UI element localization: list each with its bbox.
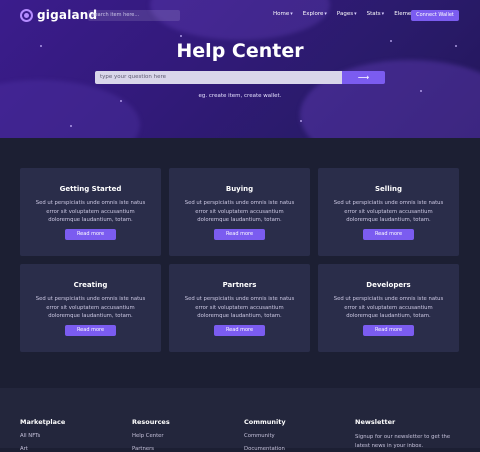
- top-nav: gigaland search item here... Home▾ Explo…: [0, 0, 480, 30]
- chevron-down-icon: ▾: [324, 11, 327, 17]
- help-search-input[interactable]: type your question here: [95, 71, 342, 84]
- card-title: Selling: [375, 185, 402, 193]
- card-description: Sed ut perspiciatis unde omnis iste natu…: [35, 200, 146, 223]
- read-more-button[interactable]: Read more: [214, 229, 265, 240]
- help-card-getting-started: Getting Started Sed ut perspiciatis unde…: [20, 168, 161, 256]
- footer-col-resources: Resources Help Center Partners: [132, 418, 170, 452]
- footer-link[interactable]: Help Center: [132, 433, 170, 439]
- card-title: Partners: [222, 281, 257, 289]
- search-input[interactable]: search item here...: [88, 10, 180, 21]
- footer-heading: Newsletter: [355, 418, 396, 426]
- menu-item-label: Home: [273, 11, 290, 17]
- logo[interactable]: gigaland: [20, 8, 97, 22]
- menu-item-explore[interactable]: Explore▾: [303, 11, 327, 17]
- footer-col-marketplace: Marketplace All NFTs Art: [20, 418, 65, 452]
- help-card-selling: Selling Sed ut perspiciatis unde omnis i…: [318, 168, 459, 256]
- menu-item-stats[interactable]: Stats▾: [367, 11, 385, 17]
- card-title: Developers: [366, 281, 411, 289]
- help-search-button[interactable]: ⟶: [342, 71, 385, 84]
- star-dot: [180, 35, 182, 37]
- read-more-button[interactable]: Read more: [65, 229, 116, 240]
- read-more-button[interactable]: Read more: [65, 325, 116, 336]
- menu-item-label: Stats: [366, 11, 381, 17]
- footer-heading: Community: [244, 418, 286, 426]
- card-description: Sed ut perspiciatis unde omnis iste natu…: [184, 296, 295, 319]
- card-title: Getting Started: [59, 185, 122, 193]
- footer: Marketplace All NFTs Art Resources Help …: [0, 388, 480, 452]
- menu-item-label: Explore: [302, 11, 324, 17]
- menu-item-pages[interactable]: Pages▾: [337, 11, 357, 17]
- arrow-right-icon: ⟶: [357, 73, 370, 82]
- star-dot: [420, 90, 422, 92]
- chevron-down-icon: ▾: [381, 11, 385, 17]
- search-hint: eg. create item, create wallet.: [198, 93, 282, 99]
- hero-glow: [0, 80, 140, 138]
- chevron-down-icon: ▾: [290, 11, 293, 17]
- card-description: Sed ut perspiciatis unde omnis iste natu…: [333, 200, 444, 223]
- read-more-button[interactable]: Read more: [363, 229, 414, 240]
- star-dot: [120, 100, 122, 102]
- help-card-buying: Buying Sed ut perspiciatis unde omnis is…: [169, 168, 310, 256]
- read-more-button[interactable]: Read more: [363, 325, 414, 336]
- read-more-button[interactable]: Read more: [214, 325, 265, 336]
- footer-heading: Marketplace: [20, 418, 66, 426]
- hero-section: gigaland search item here... Home▾ Explo…: [0, 0, 480, 138]
- card-description: Sed ut perspiciatis unde omnis iste natu…: [184, 200, 295, 223]
- connect-wallet-button[interactable]: Connect Wallet: [411, 10, 459, 21]
- help-card-partners: Partners Sed ut perspiciatis unde omnis …: [169, 264, 310, 352]
- footer-heading: Resources: [132, 418, 170, 426]
- main-menu: Home▾ Explore▾ Pages▾ Stats▾ Elements▾: [273, 11, 423, 17]
- menu-item-home[interactable]: Home▾: [273, 11, 293, 17]
- page-title: Help Center: [176, 40, 304, 62]
- card-description: Sed ut perspiciatis unde omnis iste natu…: [35, 296, 146, 319]
- star-dot: [300, 120, 302, 122]
- footer-link[interactable]: Art: [20, 446, 65, 452]
- footer-col-newsletter: Newsletter Signup for our newsletter to …: [355, 418, 455, 450]
- card-title: Creating: [73, 281, 108, 289]
- star-dot: [70, 125, 72, 127]
- card-description: Sed ut perspiciatis unde omnis iste natu…: [333, 296, 444, 319]
- help-card-developers: Developers Sed ut perspiciatis unde omni…: [318, 264, 459, 352]
- help-topics-grid: Getting Started Sed ut perspiciatis unde…: [20, 168, 459, 352]
- chevron-down-icon: ▾: [354, 11, 357, 17]
- logo-icon: [20, 8, 33, 22]
- help-card-creating: Creating Sed ut perspiciatis unde omnis …: [20, 264, 161, 352]
- footer-link[interactable]: All NFTs: [20, 433, 65, 439]
- footer-link[interactable]: Community: [244, 433, 286, 439]
- newsletter-text: Signup for our newsletter to get the lat…: [355, 434, 451, 449]
- card-title: Buying: [225, 185, 254, 193]
- footer-col-community: Community Community Documentation: [244, 418, 286, 452]
- footer-link[interactable]: Partners: [132, 446, 170, 452]
- menu-item-label: Pages: [336, 11, 354, 17]
- footer-link[interactable]: Documentation: [244, 446, 286, 452]
